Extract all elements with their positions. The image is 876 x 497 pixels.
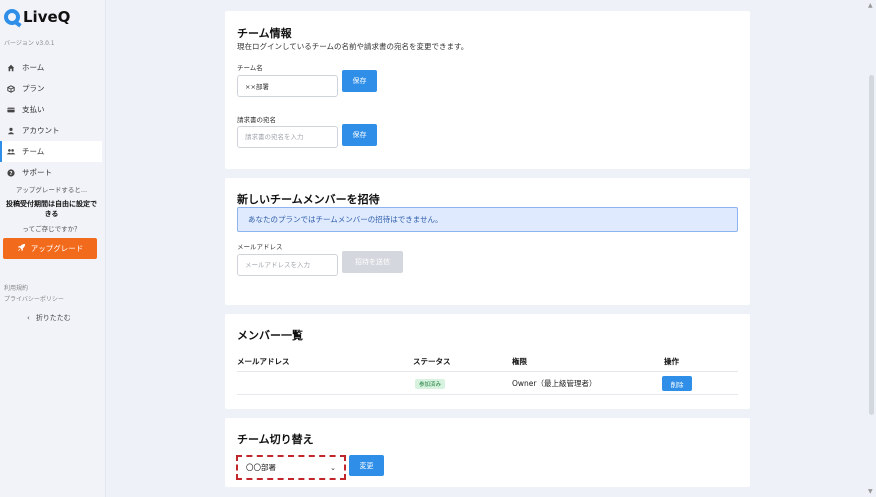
chevron-down-icon: ⌄ <box>330 463 336 472</box>
save-invoice-name-button[interactable]: 保存 <box>342 124 377 146</box>
app-name: LiveQ <box>23 8 71 26</box>
scroll-down-icon[interactable]: ▼ <box>868 488 873 495</box>
status-badge: 参加済み <box>415 379 446 389</box>
plan-notice: あなたのプランではチームメンバーの招待はできません。 <box>237 207 738 232</box>
team-select[interactable]: 〇〇部署 ⌄ <box>236 455 346 480</box>
sidebar: LiveQ バージョン v3.0.1 ホーム プラン 支払い アカウント チーム… <box>0 0 106 497</box>
footer-links: 利用規約 プライバシーポリシー <box>4 283 64 305</box>
sidebar-item-plan[interactable]: プラン <box>0 78 102 99</box>
team-name-label: チーム名 <box>237 64 263 72</box>
column-header-email: メールアドレス <box>237 357 290 366</box>
save-team-name-button[interactable]: 保存 <box>342 70 377 92</box>
sidebar-item-label: 支払い <box>22 105 45 114</box>
team-info-description: 現在ログインしているチームの名前や請求書の宛名を変更できます。 <box>237 42 469 51</box>
member-role: Owner（最上級管理者） <box>512 379 597 388</box>
collapse-label: 折りたたむ <box>35 314 71 322</box>
rocket-icon <box>17 243 26 254</box>
sidebar-item-account[interactable]: アカウント <box>0 120 102 141</box>
invite-email-input[interactable] <box>237 254 338 276</box>
invite-card: 新しいチームメンバーを招待 あなたのプランではチームメンバーの招待はできません。… <box>225 178 750 305</box>
team-icon <box>5 148 17 156</box>
members-title: メンバー一覧 <box>237 329 303 342</box>
delete-member-button[interactable]: 削除 <box>662 376 692 391</box>
send-invite-button[interactable]: 招待を送信 <box>342 251 403 273</box>
card-icon <box>5 106 17 114</box>
team-select-value: 〇〇部署 <box>246 463 276 472</box>
chevron-left-icon: ‹ <box>27 314 30 322</box>
table-row: 参加済み Owner（最上級管理者） 削除 <box>237 371 738 395</box>
column-header-status: ステータス <box>413 357 451 366</box>
box-icon <box>5 84 17 93</box>
promo-feature: 投稿受付期間は自由に設定できる <box>6 200 97 218</box>
members-card: メンバー一覧 メールアドレス ステータス 権限 操作 参加済み Owner（最上… <box>225 314 750 409</box>
sidebar-item-label: チーム <box>22 147 45 156</box>
scrollbar[interactable]: ▲ ▼ <box>867 0 876 497</box>
team-info-title: チーム情報 <box>237 27 292 40</box>
column-header-role: 権限 <box>512 357 527 366</box>
collapse-button[interactable]: ‹ 折りたたむ <box>27 313 71 323</box>
team-name-input[interactable] <box>237 75 338 97</box>
sidebar-item-label: プラン <box>22 84 45 93</box>
upgrade-promo: アップグレードすると... 投稿受付期間は自由に設定できる ってご存じですか？ … <box>3 184 100 259</box>
column-header-action: 操作 <box>664 357 679 366</box>
terms-link[interactable]: 利用規約 <box>4 283 64 294</box>
sidebar-item-label: アカウント <box>22 126 60 135</box>
team-switch-card: チーム切り替え 〇〇部署 ⌄ 変更 <box>225 418 750 487</box>
sidebar-item-payment[interactable]: 支払い <box>0 99 102 120</box>
plan-notice-text: あなたのプランではチームメンバーの招待はできません。 <box>248 215 443 224</box>
team-switch-title: チーム切り替え <box>237 433 314 446</box>
upgrade-button-label: アップグレード <box>30 244 84 253</box>
sidebar-item-team[interactable]: チーム <box>0 141 102 162</box>
invoice-name-input[interactable] <box>237 126 338 148</box>
invite-title: 新しいチームメンバーを招待 <box>237 193 380 206</box>
sidebar-item-label: ホーム <box>22 63 45 72</box>
invoice-name-label: 請求書の宛名 <box>237 116 276 124</box>
team-info-card: チーム情報 現在ログインしているチームの名前や請求書の宛名を変更できます。 チー… <box>225 11 750 169</box>
upgrade-button[interactable]: アップグレード <box>3 238 97 259</box>
user-icon <box>5 127 17 135</box>
home-icon <box>5 64 17 72</box>
promo-intro: アップグレードすると... <box>15 186 88 194</box>
svg-text:?: ? <box>9 171 12 177</box>
sidebar-nav: ホーム プラン 支払い アカウント チーム ? サポート <box>0 57 102 183</box>
scroll-up-icon[interactable]: ▲ <box>868 2 873 9</box>
switch-team-button[interactable]: 変更 <box>349 455 384 476</box>
email-label: メールアドレス <box>237 243 283 251</box>
sidebar-item-home[interactable]: ホーム <box>0 57 102 78</box>
logo[interactable]: LiveQ <box>4 8 70 26</box>
sidebar-item-label: サポート <box>22 168 52 177</box>
privacy-link[interactable]: プライバシーポリシー <box>4 294 64 305</box>
help-icon: ? <box>5 168 17 177</box>
logo-icon <box>4 9 20 25</box>
promo-question: ってご存じですか？ <box>22 225 81 233</box>
scrollbar-thumb[interactable] <box>869 75 874 415</box>
app-version: バージョン v3.0.1 <box>4 40 55 47</box>
sidebar-item-support[interactable]: ? サポート <box>0 162 102 183</box>
